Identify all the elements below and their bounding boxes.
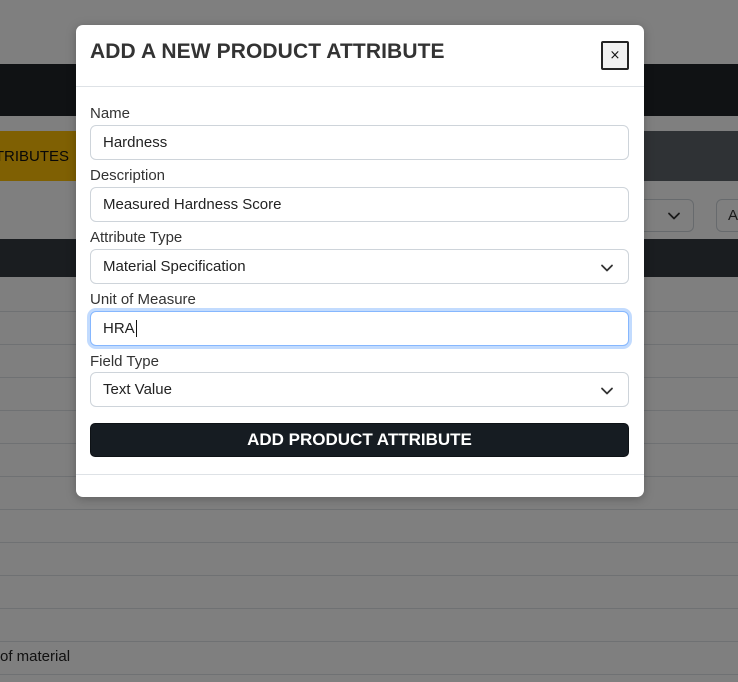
unit-of-measure-label: Unit of Measure xyxy=(90,291,196,308)
close-icon: × xyxy=(609,48,621,63)
name-input-value: Hardness xyxy=(103,134,168,151)
description-input-value: Measured Hardness Score xyxy=(103,196,282,213)
chevron-down-icon xyxy=(601,264,613,272)
text-caret xyxy=(135,320,137,337)
field-type-select[interactable]: Text Value xyxy=(90,372,629,407)
attribute-type-label: Attribute Type xyxy=(90,229,183,246)
attribute-type-selected-value: Material Specification xyxy=(103,258,246,275)
attribute-type-select[interactable]: Material Specification xyxy=(90,249,629,284)
add-attribute-modal: ADD A NEW PRODUCT ATTRIBUTE × Name Hardn… xyxy=(76,25,644,497)
description-input[interactable]: Measured Hardness Score xyxy=(90,187,629,222)
unit-of-measure-input-value: HRA xyxy=(103,320,135,337)
field-type-label: Field Type xyxy=(90,353,159,370)
name-label: Name xyxy=(90,105,131,122)
description-label: Description xyxy=(90,167,166,184)
unit-of-measure-input[interactable]: HRA xyxy=(90,311,629,346)
modal-footer-divider xyxy=(76,474,644,475)
name-input[interactable]: Hardness xyxy=(90,125,629,160)
field-type-selected-value: Text Value xyxy=(103,381,172,398)
modal-header: ADD A NEW PRODUCT ATTRIBUTE × xyxy=(76,25,644,87)
add-product-attribute-button[interactable]: ADD PRODUCT ATTRIBUTE xyxy=(90,423,629,457)
modal-title: ADD A NEW PRODUCT ATTRIBUTE xyxy=(90,40,445,63)
close-button[interactable]: × xyxy=(601,41,629,70)
chevron-down-icon xyxy=(601,387,613,395)
